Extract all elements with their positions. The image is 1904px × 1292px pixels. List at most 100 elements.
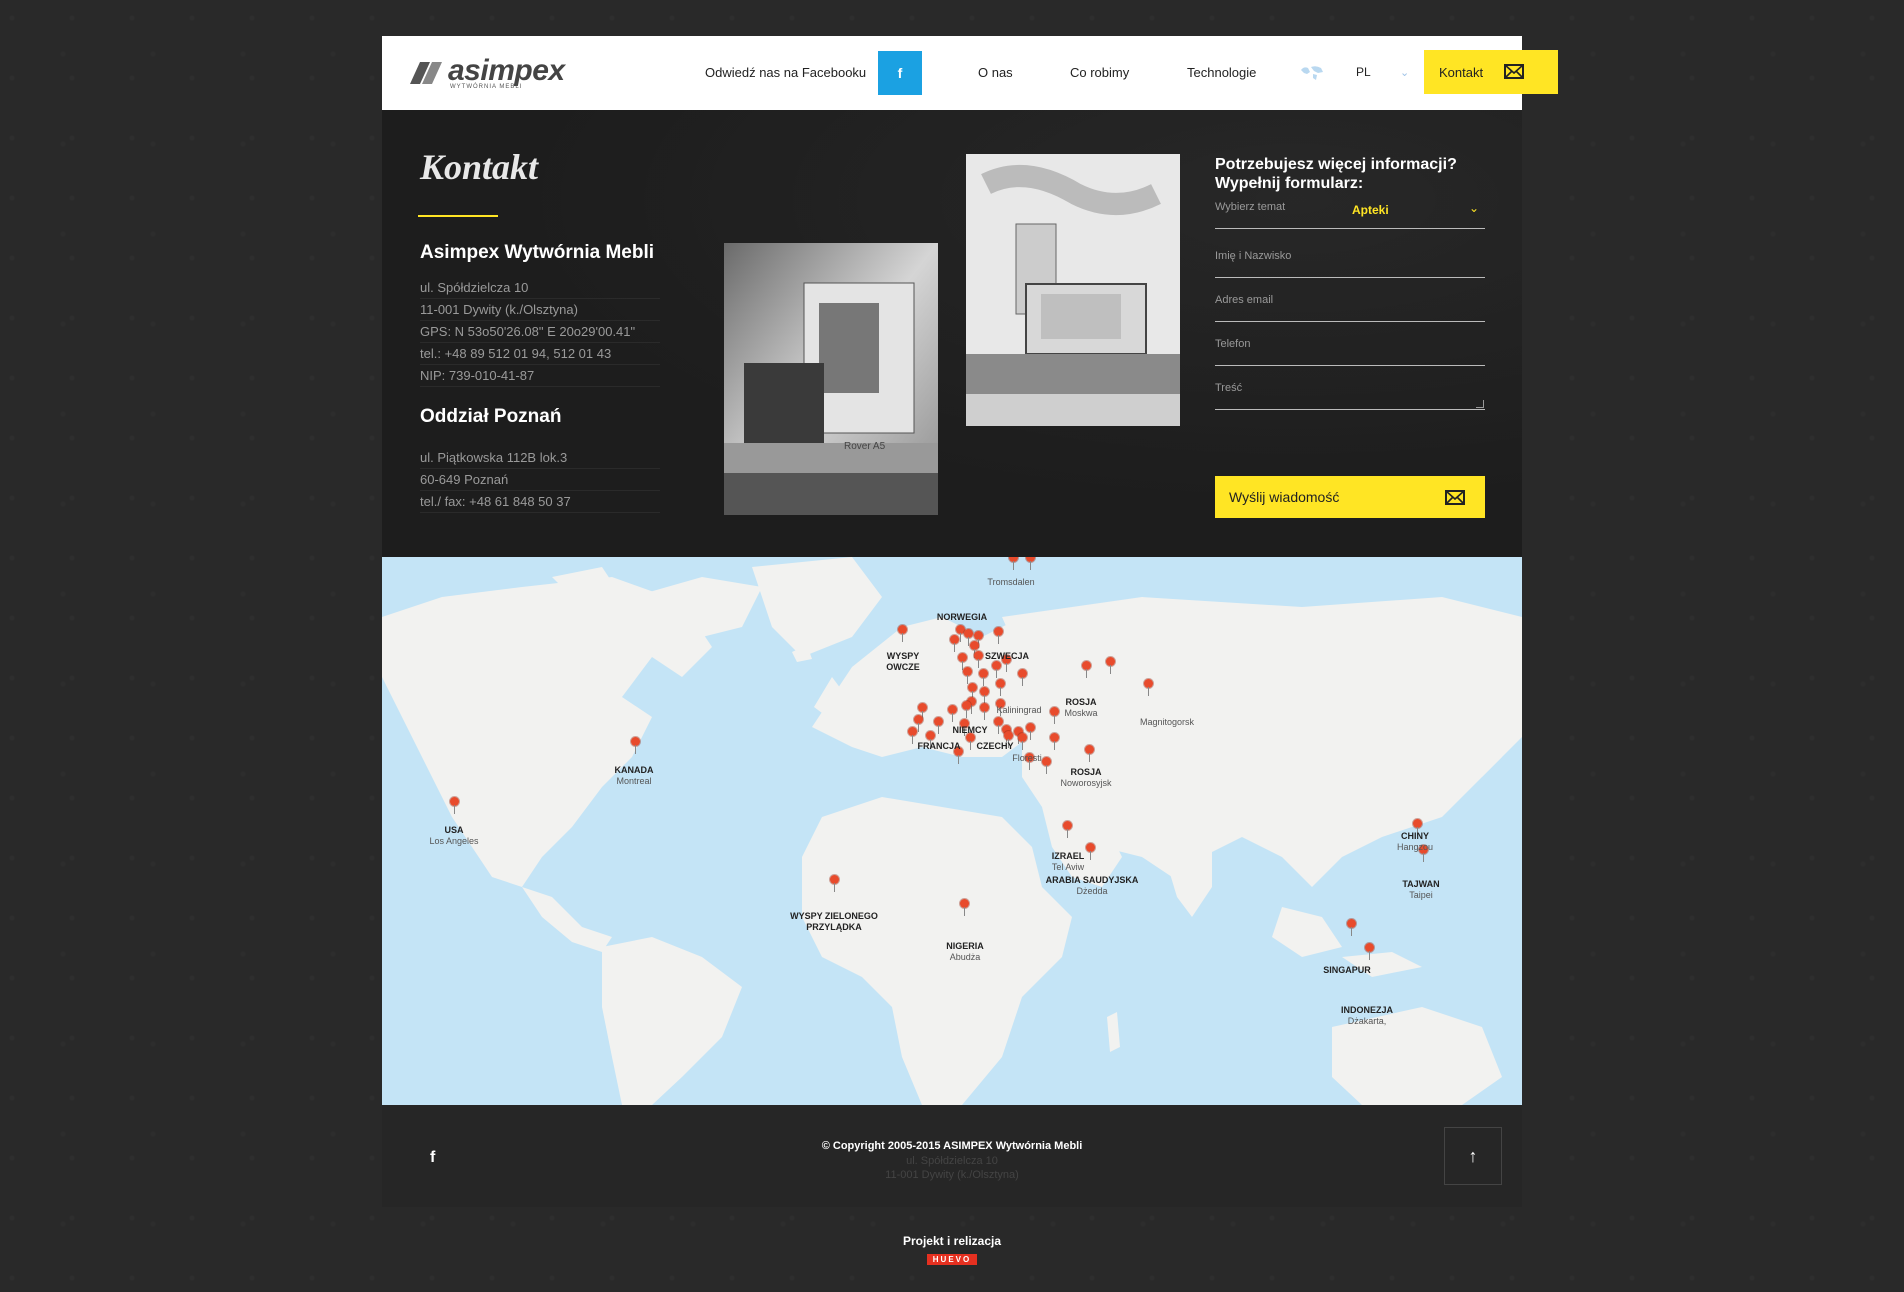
facebook-cta-link[interactable]: Odwiedź nas na Facebooku [705,65,866,80]
map-pin[interactable] [1042,757,1052,775]
name-placeholder: Imię i Nazwisko [1215,250,1292,262]
facebook-button[interactable]: f [878,51,922,95]
svg-text:Rover A5: Rover A5 [844,441,886,452]
branch-phone: tel./ fax: +48 61 848 50 37 [420,494,660,513]
nav-item-o-nas[interactable]: O nas [978,65,1013,80]
resize-handle-icon[interactable] [1476,400,1484,408]
copyright-text: © Copyright 2005-2015 ASIMPEX Wytwórnia … [821,1140,1083,1152]
map-pin[interactable] [948,705,958,723]
map-label: CHINY Hangzou [1396,831,1434,852]
machine-photo-2 [966,154,1180,426]
map-pin[interactable] [1050,733,1060,751]
map-label: Floresti [1012,753,1042,763]
map-label: IZRAEL Tel Aviw [1051,851,1085,872]
map-pin[interactable] [1063,821,1073,839]
branch-city: 60-649 Poznań [420,472,660,491]
map-pin[interactable] [1365,943,1375,961]
message-placeholder: Treść [1215,382,1243,394]
address-city: 11-001 Dywity (k./Olsztyna) [420,302,660,321]
chevron-down-icon[interactable]: ⌄ [1400,66,1409,79]
map-pin[interactable] [898,625,908,643]
map-label: WYSPY OWCZE [886,651,920,672]
arrow-up-icon: ↑ [1468,1146,1478,1166]
map-label: NIGERIA Abudża [946,941,984,962]
map-pin[interactable] [950,635,960,653]
credits-label: Projekt i relizacja [902,1234,1002,1248]
map-label: FRANCJA [917,741,961,751]
map-label: SZWECJA [984,651,1030,661]
map-label: INDONEZJA Dżakarta, [1340,1005,1394,1026]
company-name: Asimpex Wytwórnia Mebli [420,242,655,263]
map-pin[interactable] [1082,661,1092,679]
map-label: Tromsdalen [987,577,1035,587]
map-label: ARABIA SAUDYJSKA Dżedda [1045,875,1139,896]
kontakt-button[interactable]: Kontakt [1424,50,1558,94]
map-pin[interactable] [960,899,970,917]
map-pin[interactable] [1018,733,1028,751]
asimpex-logo[interactable]: asimpex WYTWÓRNIA MEBLI [406,54,566,90]
email-field[interactable]: Adres email [1215,286,1485,322]
map-pin[interactable] [962,701,972,719]
language-selector[interactable]: PL [1356,65,1371,79]
page-title: Kontakt [420,147,539,187]
map-pin[interactable] [1018,669,1028,687]
map-label: KANADA Montreal [614,765,654,786]
map-pin[interactable] [996,679,1006,697]
machine-photo-1: Rover A5 [724,243,938,515]
map-pin[interactable] [1144,679,1154,697]
name-field[interactable]: Imię i Nazwisko [1215,242,1485,278]
message-field[interactable]: Treść [1215,374,1485,410]
map-pin[interactable] [1106,657,1116,675]
mail-icon [1445,490,1465,505]
send-message-button[interactable]: Wyślij wiadomość [1215,476,1485,518]
footer-address-street: ul. Spółdzielcza 10 [906,1155,998,1167]
map-pin[interactable] [992,661,1002,679]
email-placeholder: Adres email [1215,294,1274,306]
logo-subtitle: WYTWÓRNIA MEBLI [450,84,523,90]
map-label: SINGAPUR [1323,965,1371,975]
map-pin[interactable] [1085,745,1095,763]
address-phone: tel.: +48 89 512 01 94, 512 01 43 [420,346,660,365]
footer-address-city: 11-001 Dywity (k./Olsztyna) [885,1169,1019,1181]
address-gps: GPS: N 53o50'26.08" E 20o29'00.41" [420,324,660,343]
map-pin[interactable] [1086,843,1096,861]
kontakt-button-label: Kontakt [1439,65,1484,80]
map-pin[interactable] [1026,557,1036,571]
map-label: Kaliningrad [996,705,1042,715]
address-street: ul. Spółdzielcza 10 [420,280,660,299]
facebook-icon: f [897,65,903,81]
logo-mark-icon [410,62,442,84]
branch-street: ul. Piątkowska 112B lok.3 [420,450,660,469]
back-to-top-button[interactable]: ↑ [1444,1127,1502,1185]
map-pin[interactable] [1347,919,1357,937]
site-footer: f © Copyright 2005-2015 ASIMPEX Wytwórni… [382,1105,1522,1207]
map-pin[interactable] [450,797,460,815]
map-label: CZECHY [976,741,1014,751]
huevo-logo[interactable]: HUEVO [927,1254,977,1265]
mail-icon [1504,64,1524,79]
map-pin[interactable] [1050,707,1060,725]
map-pin[interactable] [974,651,984,669]
title-underline [418,215,498,217]
topic-select[interactable]: Wybierz temat Apteki ⌄ [1215,193,1485,229]
map-label: ROSJA Moskwa [1064,697,1098,718]
branch-name: Oddział Poznań [420,406,562,427]
map-pin[interactable] [830,875,840,893]
map-label: WYSPY ZIELONEGO PRZYLĄDKA [790,911,878,932]
map-pin[interactable] [1009,557,1019,571]
site-header: asimpex WYTWÓRNIA MEBLI Odwiedź nas na F… [382,36,1558,110]
map-pin[interactable] [631,737,641,755]
world-map[interactable]: Tromsdalen NORWEGIA WYSPY OWCZE SZWECJA K… [382,557,1522,1105]
contact-section: Kontakt Asimpex Wytwórnia Mebli ul. Spół… [382,110,1522,557]
map-pin[interactable] [994,627,1004,645]
world-map-icon [1301,66,1323,80]
nav-item-technologie[interactable]: Technologie [1187,65,1256,80]
phone-placeholder: Telefon [1215,338,1251,350]
map-pin[interactable] [980,703,990,721]
nav-item-co-robimy[interactable]: Co robimy [1070,65,1129,80]
map-label: TAJWAN Taipei [1402,879,1440,900]
logo-text: asimpex [448,54,565,87]
map-pin[interactable] [979,669,989,687]
phone-field[interactable]: Telefon [1215,330,1485,366]
map-label: ROSJA Noworosyjsk [1060,767,1112,788]
